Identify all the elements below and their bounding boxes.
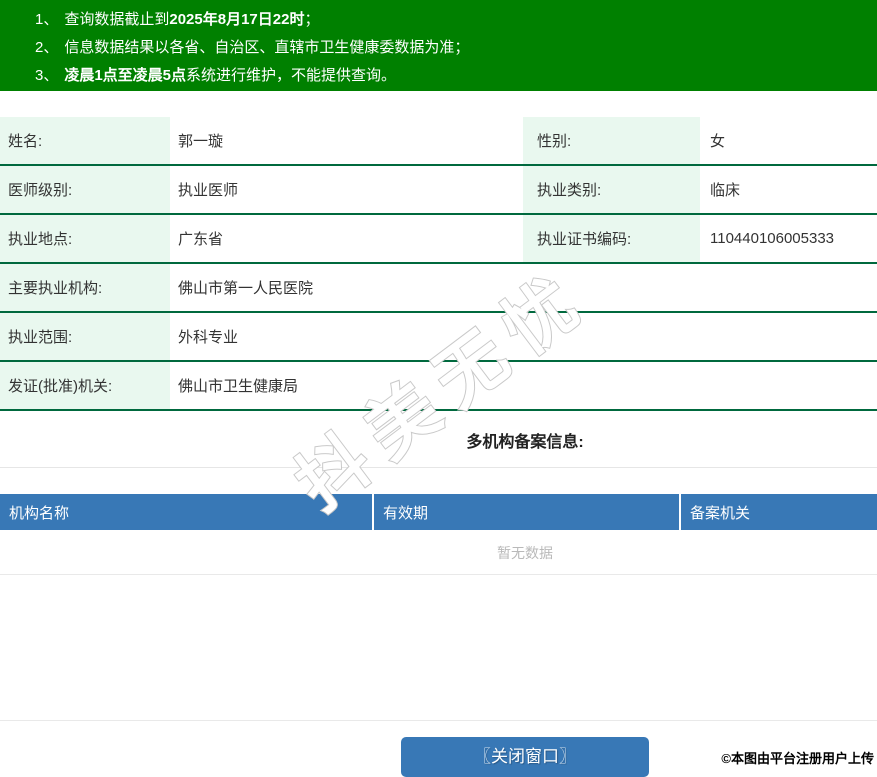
profile-row-name-gender: 姓名: 郭一璇 性别: 女 <box>0 117 877 166</box>
column-gap <box>505 117 523 164</box>
field-label-gender: 性别: <box>523 117 700 164</box>
filing-section-heading: 多机构备案信息: <box>0 411 877 468</box>
close-window-button[interactable]: 〖关闭窗口〗 <box>401 737 649 777</box>
notice-item-bold: 凌晨1点至凌晨5点 <box>64 67 187 84</box>
copyright-note: ©本图由平台注册用户上传 <box>721 751 874 766</box>
profile-row-main-institution: 主要执业机构: 佛山市第一人民医院 <box>0 264 877 313</box>
profile-row-location-certificate: 执业地点: 广东省 执业证书编码: 110440106005333 <box>0 215 877 264</box>
column-gap <box>505 215 523 262</box>
column-header-validity-period: 有效期 <box>374 494 679 530</box>
field-label-main-institution: 主要执业机构: <box>0 264 170 311</box>
column-header-institution-name: 机构名称 <box>0 494 372 530</box>
profile-table: 姓名: 郭一璇 性别: 女 医师级别: 执业医师 执业类别: 临床 执业地点: … <box>0 117 877 411</box>
column-gap <box>505 166 523 213</box>
field-value-name: 郭一璇 <box>178 133 224 150</box>
field-value-certificate-number: 110440106005333 <box>710 230 835 247</box>
notice-item: 1、 查询数据截止到2025年8月17日22时； <box>35 6 877 34</box>
profile-row-issuing-authority: 发证(批准)机关: 佛山市卫生健康局 <box>0 362 877 411</box>
notice-item-text: 信息数据结果以各省、自治区、直辖市卫生健康委数据为准； <box>64 39 470 56</box>
notice-item: 3、 凌晨1点至凌晨5点系统进行维护，不能提供查询。 <box>35 62 877 90</box>
notice-item-number: 2、 <box>35 39 59 56</box>
page-container: 1、 查询数据截止到2025年8月17日22时； 2、 信息数据结果以各省、自治区、… <box>0 0 877 777</box>
column-header-filing-authority: 备案机关 <box>681 494 877 530</box>
filing-table-header: 机构名称 有效期 备案机关 <box>0 494 877 530</box>
field-label-practice-category: 执业类别: <box>523 166 700 213</box>
notice-item-bold: 2025年8月17日22时 <box>169 11 305 28</box>
field-value-main-institution: 佛山市第一人民医院 <box>178 280 314 297</box>
notice-banner: 1、 查询数据截止到2025年8月17日22时； 2、 信息数据结果以各省、自治区、… <box>0 0 877 91</box>
profile-row-level-category: 医师级别: 执业医师 执业类别: 临床 <box>0 166 877 215</box>
empty-data-message: 暂无数据 <box>0 530 877 575</box>
field-value-practice-location: 广东省 <box>178 231 224 248</box>
profile-row-practice-scope: 执业范围: 外科专业 <box>0 313 877 362</box>
notice-item-number: 1、 <box>35 11 59 28</box>
field-value-practice-scope: 外科专业 <box>178 329 239 346</box>
field-label-certificate-number: 执业证书编码: <box>523 215 700 262</box>
field-value-doctor-level: 执业医师 <box>178 182 239 199</box>
field-label-practice-location: 执业地点: <box>0 215 170 262</box>
notice-item: 2、 信息数据结果以各省、自治区、直辖市卫生健康委数据为准； <box>35 34 877 62</box>
content-spacer <box>0 575 877 721</box>
field-value-gender: 女 <box>710 133 726 150</box>
field-label-issuing-authority: 发证(批准)机关: <box>0 362 170 409</box>
notice-item-text: 查询数据截止到 <box>64 11 170 28</box>
field-label-doctor-level: 医师级别: <box>0 166 170 213</box>
notice-item-number: 3、 <box>35 67 59 84</box>
field-label-name: 姓名: <box>0 117 170 164</box>
field-label-practice-scope: 执业范围: <box>0 313 170 360</box>
field-value-practice-category: 临床 <box>710 182 741 199</box>
field-value-issuing-authority: 佛山市卫生健康局 <box>178 378 299 395</box>
notice-item-text: 系统进行维护，不能提供查询。 <box>186 67 397 84</box>
notice-item-text: ； <box>304 11 320 28</box>
